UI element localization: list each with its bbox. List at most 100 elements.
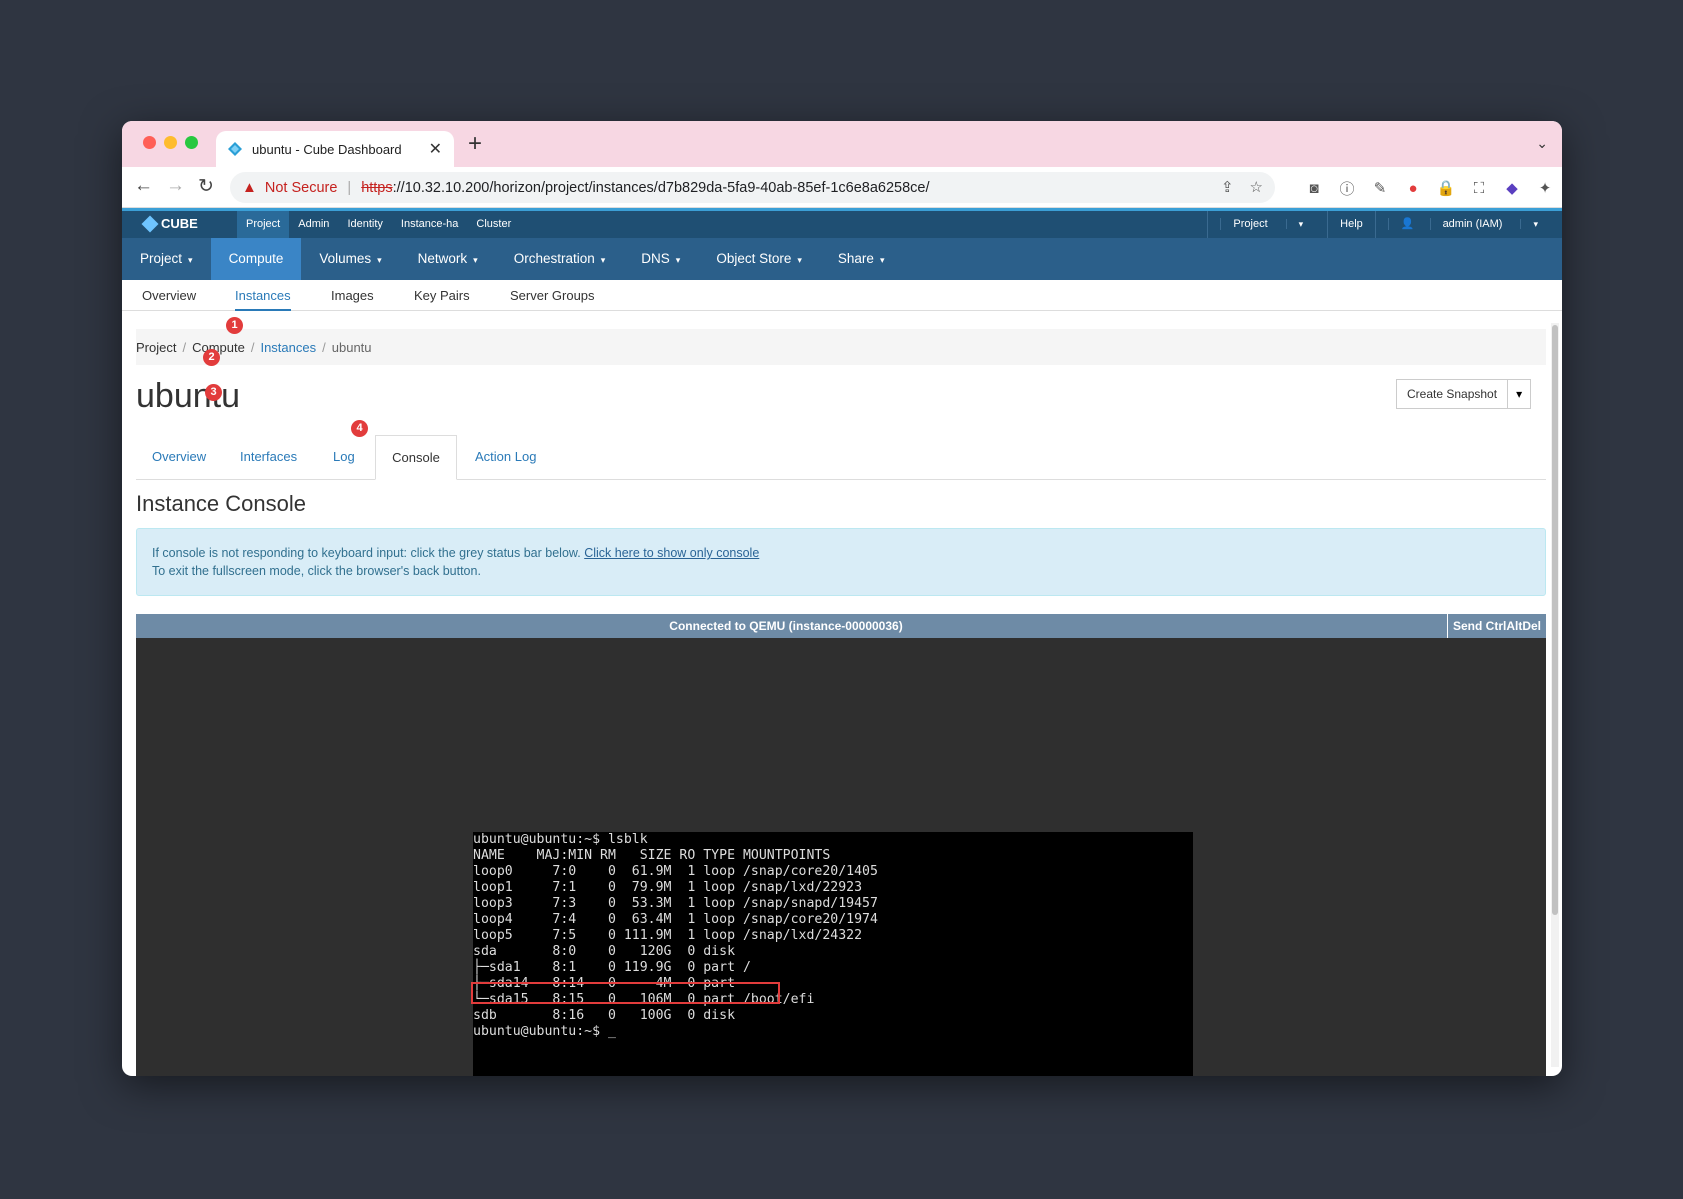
step-badge-2: 2 — [203, 349, 220, 366]
camera-icon[interactable]: ◙ — [1304, 180, 1324, 197]
chevron-down-icon[interactable]: ⌄ — [1536, 135, 1548, 152]
step-badge-1: 1 — [226, 317, 243, 334]
cube-favicon-icon — [228, 142, 242, 156]
puzzle-icon[interactable]: ✦ — [1535, 179, 1555, 197]
address-bar[interactable]: ▲ Not Secure | https ://10.32.10.200/hor… — [230, 172, 1275, 203]
back-icon[interactable]: ← — [134, 175, 153, 197]
address-bar-row: ← → ↻ ▲ Not Secure | https ://10.32.10.2… — [122, 167, 1562, 208]
subnav-instances[interactable]: Instances — [235, 288, 291, 311]
show-only-console-link[interactable]: Click here to show only console — [584, 546, 759, 560]
close-tab-icon[interactable]: ✕ — [429, 139, 442, 159]
tab-log[interactable]: Log — [333, 449, 355, 464]
terminal-line: ubuntu@ubuntu:~$ lsblk — [473, 832, 648, 847]
url-text: ://10.32.10.200/horizon/project/instance… — [392, 179, 930, 196]
title-bar: ubuntu - Cube Dashboard ✕ + ⌄ — [122, 121, 1562, 167]
extension-badge-icon[interactable]: ◆ — [1502, 179, 1522, 197]
terminal-line: NAME MAJ:MIN RM SIZE RO TYPE MOUNTPOINTS — [473, 848, 831, 863]
user-icon: 👤 — [1387, 218, 1430, 230]
share-icon[interactable]: ⇪ — [1221, 178, 1234, 196]
tab-action-log[interactable]: Action Log — [475, 449, 536, 464]
maximize-window-button[interactable] — [185, 136, 198, 149]
subnav-key-pairs[interactable]: Key Pairs — [414, 288, 470, 303]
nav-object-store[interactable]: Object Store ▾ — [698, 238, 820, 280]
alert-line-1: If console is not responding to keyboard… — [152, 546, 581, 560]
breadcrumb-current: ubuntu — [331, 339, 372, 355]
scrollbar-thumb[interactable] — [1552, 325, 1558, 915]
not-secure-label: Not Secure — [264, 179, 338, 196]
toplink-identity[interactable]: Identity — [338, 211, 391, 238]
top-bar: CUBE Project Admin Identity Instance-ha … — [122, 211, 1562, 238]
tab-interfaces[interactable]: Interfaces — [240, 449, 297, 464]
instance-tabs: Overview Interfaces Log Console Action L… — [136, 435, 1546, 480]
top-links: Project Admin Identity Instance-ha Clust… — [237, 211, 520, 238]
breadcrumb-instances[interactable]: Instances — [260, 340, 316, 355]
browser-tab[interactable]: ubuntu - Cube Dashboard ✕ — [216, 131, 454, 167]
new-tab-icon[interactable]: + — [468, 130, 482, 158]
send-ctrl-alt-del-button[interactable]: Send CtrlAltDel — [1447, 614, 1546, 638]
eyedropper-icon[interactable]: ✎ — [1370, 179, 1390, 197]
page-title: ubuntu — [136, 377, 240, 415]
subnav-server-groups[interactable]: Server Groups — [510, 288, 595, 303]
console-canvas[interactable]: ubuntu@ubuntu:~$ lsblk NAME MAJ:MIN RM SI… — [136, 638, 1546, 1076]
main-nav: Project ▾ Compute Volumes ▾ Network ▾ Orche… — [122, 238, 1562, 280]
terminal-line: sda 8:0 0 120G 0 disk — [473, 944, 736, 959]
screenshot-icon[interactable]: ⛶ — [1469, 180, 1489, 197]
terminal-line: loop4 7:4 0 63.4M 1 loop /snap/core20/19… — [473, 912, 878, 927]
terminal-line: loop1 7:1 0 79.9M 1 loop /snap/lxd/22923 — [473, 880, 863, 895]
terminal-line: loop3 7:3 0 53.3M 1 loop /snap/snapd/194… — [473, 896, 878, 911]
nav-share[interactable]: Share ▾ — [820, 238, 903, 280]
subnav-images[interactable]: Images — [331, 288, 374, 303]
terminal-output: ubuntu@ubuntu:~$ lsblk NAME MAJ:MIN RM SI… — [473, 832, 1193, 1076]
console-status-bar[interactable]: Connected to QEMU (instance-00000036) Se… — [136, 614, 1546, 638]
lock-icon[interactable]: 🔒 — [1436, 179, 1456, 197]
sub-nav: Overview Instances Images Key Pairs Serv… — [122, 280, 1562, 311]
nav-orchestration[interactable]: Orchestration ▾ — [496, 238, 624, 280]
forward-icon[interactable]: → — [166, 175, 185, 197]
tab-title: ubuntu - Cube Dashboard — [252, 141, 402, 157]
toplink-cluster[interactable]: Cluster — [467, 211, 520, 238]
nav-compute[interactable]: Compute — [210, 238, 302, 280]
console-info-alert: If console is not responding to keyboard… — [136, 528, 1546, 596]
toplink-admin[interactable]: Admin — [289, 211, 338, 238]
ip-icon[interactable]: ⓘ — [1337, 178, 1357, 199]
snapshot-button-group: Create Snapshot ▾ — [1396, 379, 1532, 409]
toplink-project[interactable]: Project — [237, 211, 290, 238]
tab-console[interactable]: Console — [375, 435, 457, 480]
warning-icon: ▲ — [242, 179, 257, 196]
page-scrollbar[interactable] — [1551, 323, 1559, 1067]
breadcrumb-project: Project — [136, 339, 177, 355]
browser-window: ubuntu - Cube Dashboard ✕ + ⌄ ← → ↻ ▲ No… — [122, 121, 1562, 1076]
nav-project[interactable]: Project ▾ — [122, 238, 211, 280]
sdb-highlight-box — [471, 982, 780, 1004]
terminal-line: sdb 8:16 0 100G 0 disk — [473, 1008, 736, 1023]
snapshot-dropdown-caret[interactable]: ▾ — [1508, 379, 1532, 409]
alert-line-2: To exit the fullscreen mode, click the b… — [152, 564, 481, 578]
window-controls — [143, 136, 198, 149]
cube-logo-icon — [141, 215, 159, 232]
terminal-line: loop5 7:5 0 111.9M 1 loop /snap/lxd/2432… — [473, 928, 863, 943]
nav-dns[interactable]: DNS ▾ — [623, 238, 698, 280]
tab-overview[interactable]: Overview — [152, 449, 206, 464]
nav-network[interactable]: Network ▾ — [400, 238, 496, 280]
top-right-menu: Project ▾ Help 👤 admin (IAM) ▾ — [1207, 211, 1562, 238]
adblock-icon[interactable]: ● — [1403, 180, 1423, 197]
nav-volumes[interactable]: Volumes ▾ — [301, 238, 399, 280]
cube-logo[interactable]: CUBE — [141, 215, 198, 232]
extension-toolbar: ◙ ⓘ ✎ ● 🔒 ⛶ ◆ ✦ ▮ ⋮ — [1304, 177, 1562, 199]
reload-icon[interactable]: ↻ — [198, 175, 214, 198]
terminal-line: ubuntu@ubuntu:~$ _ — [473, 1024, 616, 1039]
user-menu[interactable]: 👤 admin (IAM) ▾ — [1374, 211, 1562, 238]
url-scheme: https — [361, 179, 393, 196]
bookmark-star-icon[interactable]: ☆ — [1250, 178, 1263, 196]
project-dropdown[interactable]: Project ▾ — [1207, 211, 1327, 238]
subnav-overview[interactable]: Overview — [142, 288, 196, 303]
toplink-instance-ha[interactable]: Instance-ha — [392, 211, 467, 238]
terminal-line: loop0 7:0 0 61.9M 1 loop /snap/core20/14… — [473, 864, 878, 879]
console-title: Instance Console — [136, 491, 306, 516]
breadcrumb: Project / Compute / Instances / ubuntu — [136, 329, 1546, 365]
minimize-window-button[interactable] — [164, 136, 177, 149]
create-snapshot-button[interactable]: Create Snapshot — [1396, 379, 1509, 409]
close-window-button[interactable] — [143, 136, 156, 149]
help-link[interactable]: Help — [1327, 211, 1375, 238]
connection-status: Connected to QEMU (instance-00000036) — [669, 619, 903, 633]
